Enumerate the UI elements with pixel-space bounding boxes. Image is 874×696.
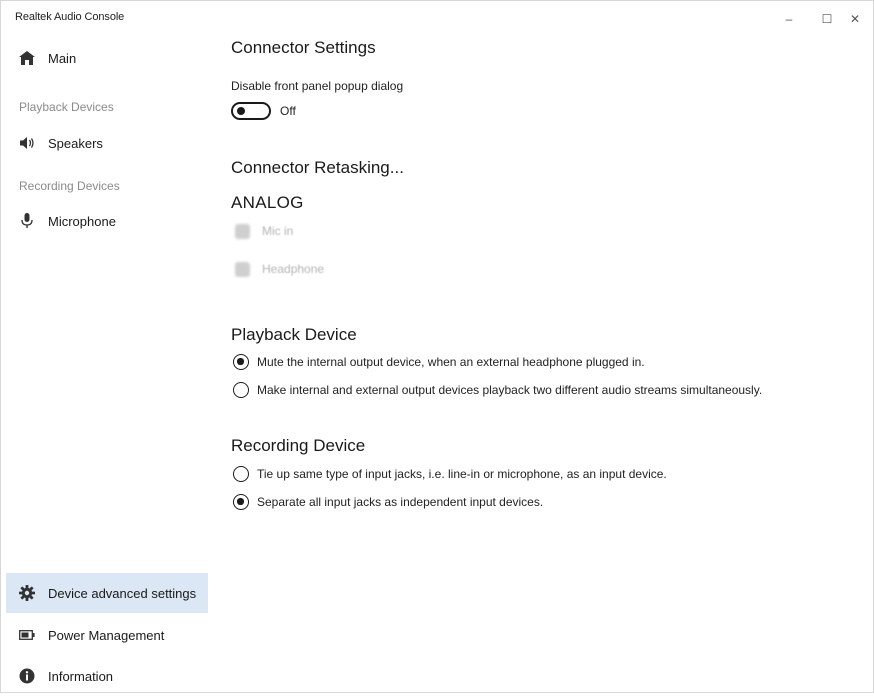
app-window: Realtek Audio Console – ☐ ✕ Main Playbac… (0, 0, 874, 693)
toggle-state-label: Off (280, 104, 296, 118)
sidebar-item-label: Device advanced settings (48, 585, 197, 601)
sidebar: Main Playback Devices Speakers Recording… (1, 35, 213, 692)
jack-icon (235, 224, 250, 239)
playback-device-heading: Playback Device (231, 325, 357, 344)
radio-button[interactable] (233, 466, 249, 482)
sidebar-item-label: Speakers (48, 135, 103, 151)
sidebar-item-label: Power Management (48, 627, 165, 643)
radio-label: Mute the internal output device, when an… (257, 355, 645, 369)
sidebar-item-device-advanced-settings[interactable]: Device advanced settings (6, 573, 208, 613)
radio-button[interactable] (233, 382, 249, 398)
title-bar: Realtek Audio Console – ☐ ✕ (1, 1, 873, 35)
gear-icon (19, 585, 35, 601)
sidebar-item-main[interactable]: Main (6, 38, 208, 78)
sidebar-item-label: Microphone (48, 213, 116, 229)
radio-label: Separate all input jacks as independent … (257, 495, 544, 509)
sidebar-item-label: Information (48, 668, 114, 684)
battery-icon (19, 627, 35, 643)
analog-heading: ANALOG (231, 193, 304, 212)
speaker-icon (19, 135, 35, 151)
sidebar-item-microphone[interactable]: Microphone (6, 201, 208, 241)
radio-button-selected[interactable] (233, 354, 249, 370)
sidebar-item-label: Main (48, 50, 77, 66)
disable-popup-toggle[interactable] (231, 102, 271, 120)
jack-label: Headphone (262, 262, 325, 276)
radio-button-selected[interactable] (233, 494, 249, 510)
app-title: Realtek Audio Console (15, 11, 125, 23)
toggle-knob (237, 107, 245, 115)
microphone-icon (19, 213, 35, 229)
recording-devices-section-label: Recording Devices (19, 179, 120, 193)
sidebar-item-power-management[interactable]: Power Management (6, 615, 208, 655)
radio-label: Make internal and external output device… (257, 383, 763, 397)
jack-icon (235, 262, 250, 277)
radio-label: Tie up same type of input jacks, i.e. li… (257, 467, 667, 481)
sidebar-item-information[interactable]: Information (6, 656, 208, 696)
close-button[interactable]: ✕ (837, 7, 873, 31)
jack-label: Mic in (262, 224, 294, 238)
sidebar-item-speakers[interactable]: Speakers (6, 123, 208, 163)
minimize-button[interactable]: – (771, 7, 807, 31)
home-icon (19, 50, 35, 66)
connector-retasking-heading[interactable]: Connector Retasking... (231, 158, 404, 178)
disable-popup-label: Disable front panel popup dialog (231, 79, 404, 93)
recording-device-heading: Recording Device (231, 436, 366, 455)
main-content: Connector Settings Disable front panel p… (231, 35, 861, 692)
connector-settings-heading: Connector Settings (231, 38, 376, 57)
info-icon (19, 668, 35, 684)
playback-devices-section-label: Playback Devices (19, 100, 114, 114)
